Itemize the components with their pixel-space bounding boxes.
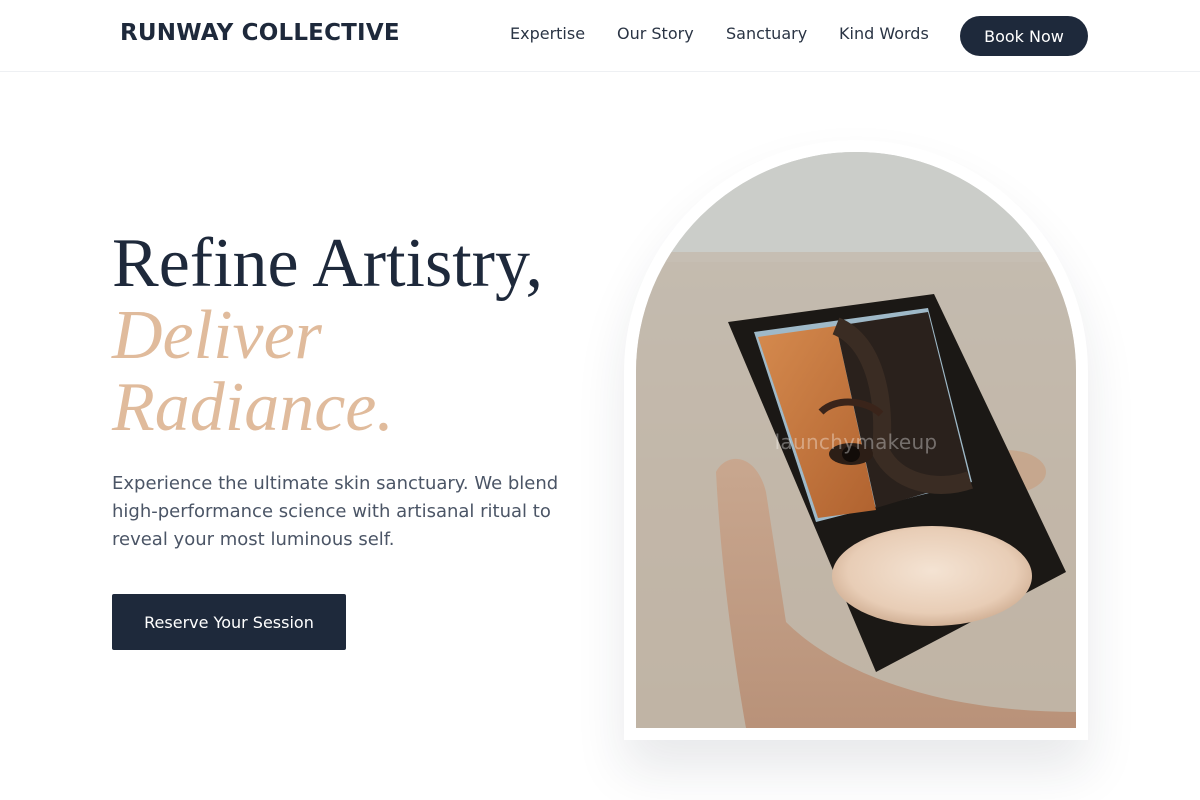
nav-link-expertise[interactable]: Expertise bbox=[510, 24, 585, 43]
nav-link-our-story[interactable]: Our Story bbox=[617, 24, 694, 43]
hero-subtext: Experience the ultimate skin sanctuary. … bbox=[112, 473, 559, 550]
site-header: RUNWAY COLLECTIVE Expertise Our Story Sa… bbox=[0, 0, 1200, 72]
book-now-button[interactable]: Book Now bbox=[960, 16, 1088, 56]
brand-logo[interactable]: RUNWAY COLLECTIVE bbox=[120, 20, 400, 46]
hero-headline: Refine Artistry, Deliver Radiance. bbox=[112, 228, 543, 444]
reserve-session-button[interactable]: Reserve Your Session bbox=[112, 594, 346, 650]
hero-image-frame: launchymakeup bbox=[624, 140, 1088, 740]
nav-link-sanctuary[interactable]: Sanctuary bbox=[726, 24, 807, 43]
headline-line-2: Deliver bbox=[112, 297, 322, 374]
headline-line-3: Radiance. bbox=[112, 369, 394, 446]
nav-link-kind-words[interactable]: Kind Words bbox=[839, 24, 929, 43]
hero-image: launchymakeup bbox=[636, 152, 1076, 728]
headline-line-1: Refine Artistry, bbox=[112, 225, 543, 302]
image-watermark: launchymakeup bbox=[774, 430, 938, 454]
